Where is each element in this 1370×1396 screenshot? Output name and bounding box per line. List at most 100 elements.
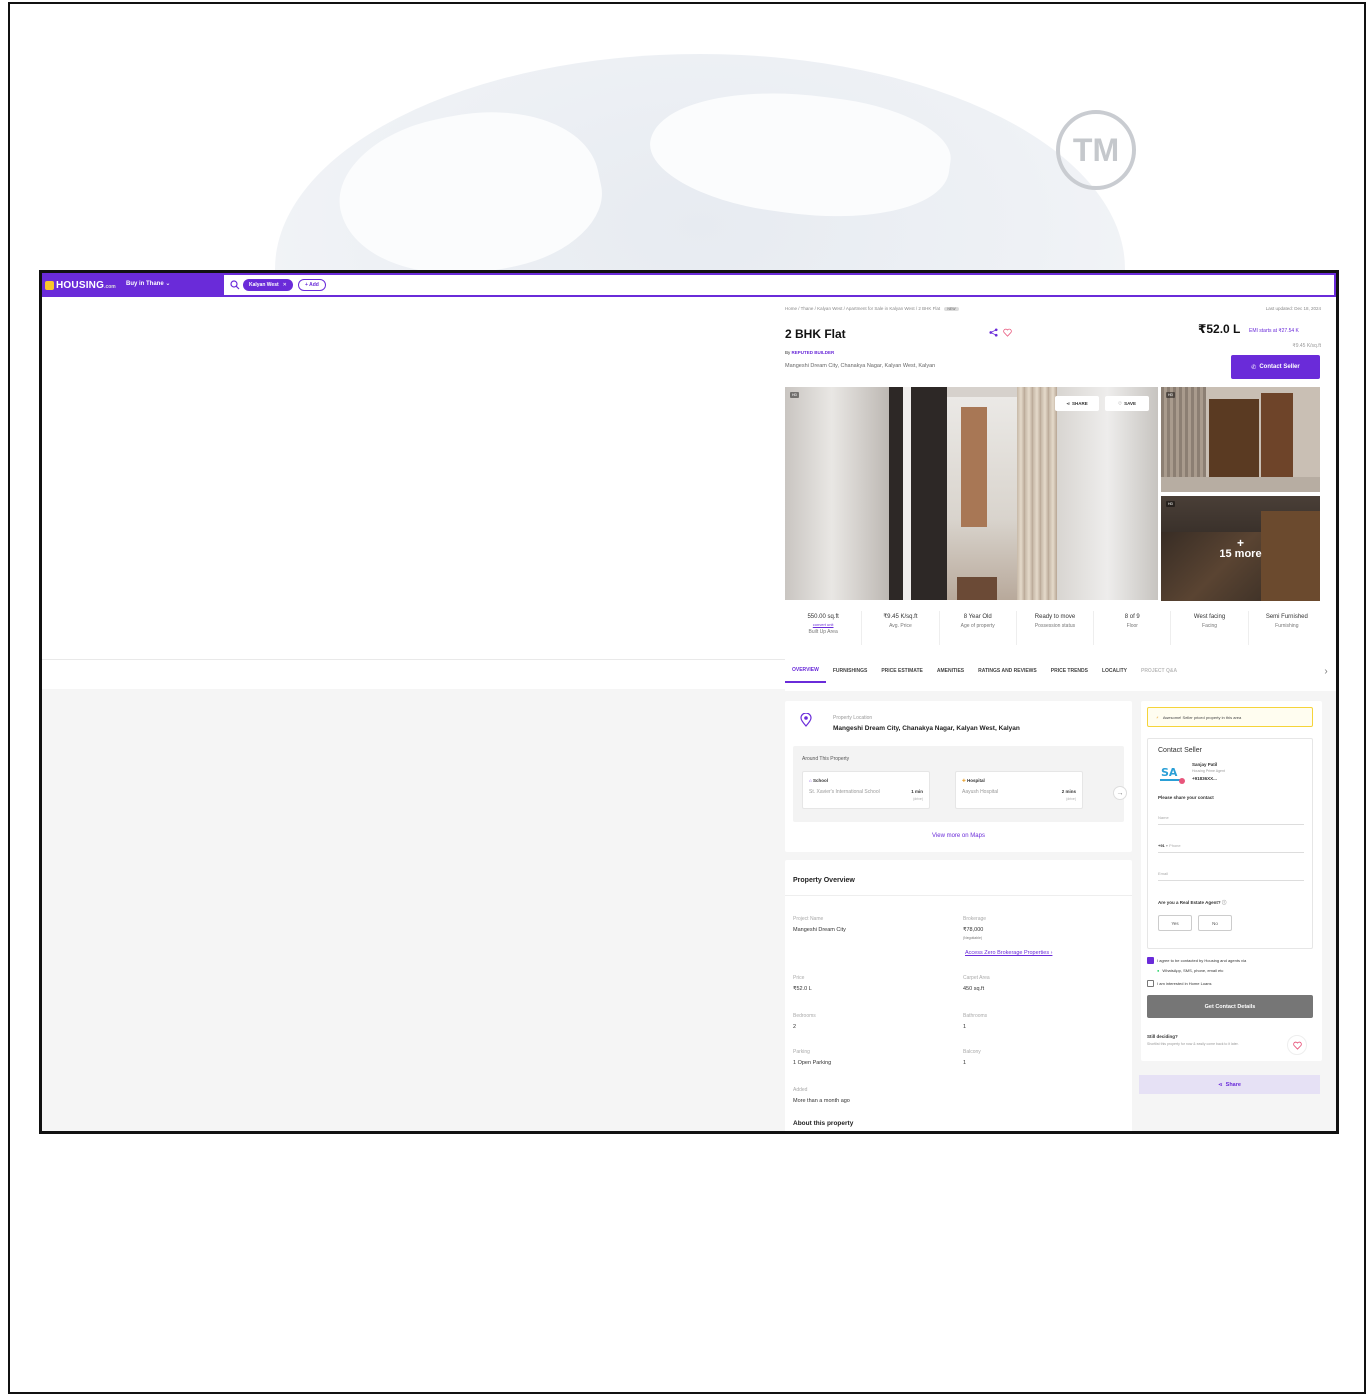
location-label: Property Location: [833, 715, 873, 721]
country-code-select[interactable]: +91: [1158, 843, 1165, 848]
search-bar[interactable]: Kalyan West ✕ + Add: [224, 273, 1336, 297]
gallery-share-label: SHARE: [1072, 401, 1088, 406]
stat-value: Ready to move: [1034, 614, 1076, 620]
brand-name: HOUSING: [56, 279, 105, 291]
search-chip[interactable]: Kalyan West ✕: [243, 279, 293, 291]
location-card: Property Location Mangeshi Dream City, C…: [785, 701, 1132, 852]
brokerage-note: (Negotiable): [963, 936, 983, 940]
contact-seller-button[interactable]: ✆ Contact Seller: [1231, 355, 1320, 379]
phone-input[interactable]: +91 ▾ Phone: [1158, 839, 1304, 853]
top-bar: HOUSING .com Buy in Thane ⌄ Kalyan West …: [42, 273, 1336, 297]
photo-region: [889, 387, 947, 600]
share-icon[interactable]: [989, 328, 998, 337]
gallery-more-thumbnail[interactable]: HD + 15 more: [1161, 496, 1320, 601]
nearby-type: ⌂ School: [809, 778, 828, 783]
phone-placeholder: Phone: [1169, 843, 1181, 848]
stat-value: 550.00 sq.ft: [807, 614, 839, 620]
get-contact-details-button[interactable]: Get Contact Details: [1147, 995, 1313, 1018]
name-input[interactable]: Name: [1158, 811, 1304, 825]
gallery-thumbnail[interactable]: HD: [1161, 387, 1320, 492]
brand-area[interactable]: HOUSING .com Buy in Thane ⌄: [42, 273, 224, 297]
gallery-share-button[interactable]: ⋖ SHARE: [1055, 396, 1099, 411]
chevron-down-icon: ⌄: [165, 281, 171, 287]
share-button[interactable]: ⋖ Share: [1139, 1075, 1320, 1094]
tab-furnishings[interactable]: FURNISHINGS: [826, 659, 874, 683]
listing-title: 2 BHK Flat: [785, 327, 846, 341]
nearby-school[interactable]: ⌂ School St. Xavier's International Scho…: [802, 771, 930, 809]
bathrooms-value: 1: [963, 1024, 967, 1030]
tab-price-estimate[interactable]: PRICE ESTIMATE: [874, 659, 930, 683]
stat-label: Built Up Area: [808, 629, 838, 635]
parking-label: Parking: [793, 1049, 810, 1055]
tab-amenities[interactable]: AMENITIES: [930, 659, 971, 683]
price-banner: ⚡ Awesome! Seller priced property in thi…: [1147, 707, 1313, 727]
consent-contact-checkbox[interactable]: [1147, 957, 1154, 964]
share-label: Share: [1225, 1081, 1241, 1088]
hospital-icon: ✚: [962, 778, 966, 783]
agent-no-button[interactable]: No: [1198, 915, 1232, 931]
email-input[interactable]: Email: [1158, 867, 1304, 881]
page-frame: TM HOUSING .com Buy in Thane ⌄ Kalyan We…: [8, 2, 1366, 1394]
agent-phone: +91836XX...: [1192, 776, 1217, 781]
nearby-type-label: Hospital: [967, 778, 985, 783]
stat-label: Floor: [1126, 623, 1138, 629]
chevron-right-icon[interactable]: ›: [1316, 661, 1336, 681]
home-loans-checkbox[interactable]: [1147, 980, 1154, 987]
listing-content: Home / Thane / Kalyan West / Apartment f…: [785, 297, 1336, 1131]
contact-seller-label: Contact Seller: [1259, 364, 1300, 370]
arrow-right-icon[interactable]: →: [1113, 786, 1127, 800]
close-icon[interactable]: ✕: [283, 282, 287, 288]
listing-address: Mangeshi Dream City, Chanakya Nagar, Kal…: [785, 363, 936, 369]
stat-value: Semi Furnished: [1265, 614, 1308, 620]
bedrooms-label: Bedrooms: [793, 1013, 816, 1019]
tab-price-trends[interactable]: PRICE TRENDS: [1044, 659, 1095, 683]
tab-ratings-reviews[interactable]: RATINGS AND REVIEWS: [971, 659, 1044, 683]
view-maps-link[interactable]: View more on Maps: [785, 833, 1132, 839]
tab-overview[interactable]: OVERVIEW: [785, 659, 826, 683]
consent-home-loans[interactable]: I am interested in Home Loans: [1147, 980, 1211, 987]
builder-name[interactable]: REPUTED BUILDER: [792, 350, 835, 355]
location-pin-icon: [800, 713, 812, 727]
tab-locality[interactable]: LOCALITY: [1095, 659, 1134, 683]
add-locality-button[interactable]: + Add: [298, 279, 326, 291]
nearby-hospital[interactable]: ✚ Hospital Aayush Hospital 2 mins (drive…: [955, 771, 1083, 809]
builder-prefix: By: [785, 350, 791, 355]
consent-contact[interactable]: I agree to be contacted by Housing and a…: [1147, 957, 1246, 964]
emi-link[interactable]: EMI starts at ₹27.54 K: [1249, 328, 1299, 334]
nearby-mode: (drive): [1066, 797, 1076, 801]
zero-brokerage-link[interactable]: Access Zero Brokerage Properties ›: [965, 950, 1052, 956]
agent-yes-button[interactable]: Yes: [1158, 915, 1192, 931]
consent-contact-text: I agree to be contacted by Housing and a…: [1157, 958, 1247, 963]
gallery-save-button[interactable]: ♡ SAVE: [1105, 396, 1149, 411]
breadcrumb-path[interactable]: Home / Thane / Kalyan West / Apartment f…: [785, 306, 940, 311]
more-photos-overlay[interactable]: + 15 more: [1161, 496, 1320, 601]
around-title: Around This Property: [802, 756, 850, 762]
city-select[interactable]: Buy in Thane ⌄: [126, 280, 170, 287]
tab-project-qa[interactable]: PROJECT Q&A: [1134, 659, 1184, 683]
stat-floor: 8 of 9 Floor: [1094, 611, 1172, 645]
divider: [42, 659, 785, 660]
gallery-main-photo[interactable]: HD ⋖ SHARE ♡ SAVE: [785, 387, 1158, 600]
shortlist-button[interactable]: [1287, 1035, 1307, 1055]
stat-age: 8 Year Old Age of property: [940, 611, 1017, 645]
project-name-value: Mangeshi Dream City: [793, 927, 846, 933]
still-deciding-text: Shortlist this property for now & easily…: [1147, 1042, 1239, 1046]
consent-channels: ● WhatsApp, SMS, phone, email etc: [1157, 968, 1223, 973]
nearby-type: ✚ Hospital: [962, 778, 985, 784]
nearby-name: Aayush Hospital: [962, 789, 999, 795]
listing-price: ₹52.0 L: [1198, 322, 1241, 336]
heart-icon[interactable]: [1003, 328, 1012, 337]
nearby-name: St. Xavier's International School: [809, 789, 880, 795]
left-background: [42, 689, 785, 1131]
contact-seller-panel: ⚡ Awesome! Seller priced property in thi…: [1141, 701, 1322, 1061]
photo-region: [785, 387, 889, 600]
breadcrumb[interactable]: Home / Thane / Kalyan West / Apartment f…: [785, 306, 959, 311]
contact-form: Contact Seller SA Sanjay Patil Housing P…: [1147, 738, 1313, 949]
stat-furnishing: Semi Furnished Furnishing: [1249, 611, 1325, 645]
balcony-value: 1: [963, 1060, 967, 1066]
search-icon: [230, 280, 240, 290]
phone-icon: ✆: [1251, 364, 1257, 371]
overview-title: Property Overview: [793, 877, 855, 884]
share-icon: ⋖: [1218, 1081, 1223, 1088]
brokerage-value: ₹78,000: [963, 927, 984, 933]
